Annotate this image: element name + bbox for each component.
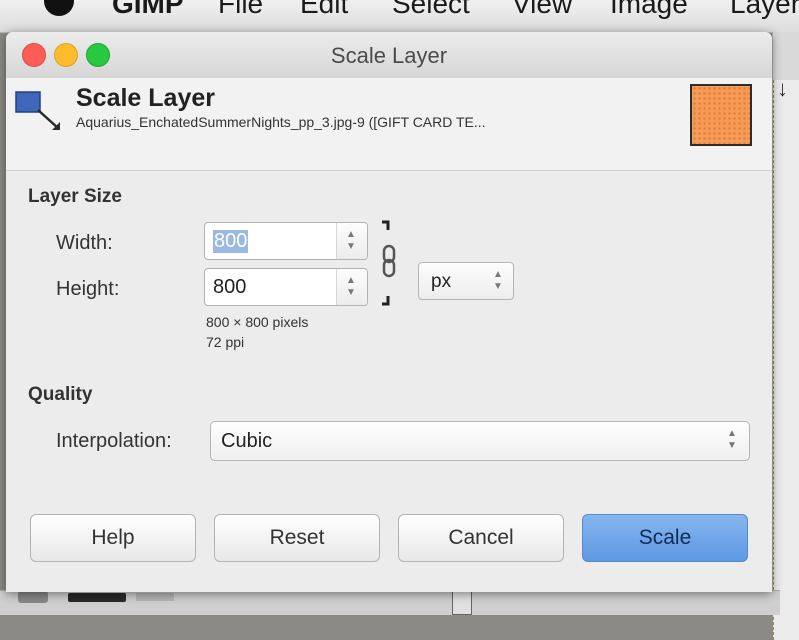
chain-link-icon[interactable] [378,220,404,308]
stepper-arrows-icon: ▲ [493,269,503,280]
window-title: Scale Layer [330,43,448,68]
tool-icon[interactable] [18,591,48,603]
menu-bar: GIMP File Edit Select View Image Layer [0,0,799,33]
height-stepper[interactable]: ▲ ▼ [336,269,367,305]
interpolation-value: Cubic [221,430,273,452]
title-bar: Scale Layer [6,32,772,79]
width-value[interactable]: 800 [213,230,249,253]
scale-layer-icon [15,91,60,130]
toolbox-strip [0,590,780,615]
reset-button[interactable]: Reset [214,514,380,562]
canvas-ruler [773,80,799,640]
menu-select[interactable]: Select [392,0,470,20]
height-input[interactable]: 800 ▲ ▼ [204,268,368,306]
width-label: Width: [56,232,113,254]
layer-thumbnail [690,84,752,146]
stepper-arrows-icon: ▲ [727,428,737,439]
ruler-marker-icon: ↓ [777,76,788,101]
menu-edit[interactable]: Edit [300,0,348,20]
tool-icon[interactable] [452,591,472,615]
height-value[interactable]: 800 [213,276,246,299]
interpolation-select[interactable]: Cubic ▲ ▼ [210,421,750,461]
menu-gimp[interactable]: GIMP [112,0,184,20]
unit-select[interactable]: px ▲ ▼ [418,262,514,300]
quality-section-label: Quality [28,384,93,405]
image-name: Aquarius_EnchatedSummerNights_pp_3.jpg-9… [76,114,486,130]
dialog-heading: Scale Layer [76,84,215,112]
cancel-button[interactable]: Cancel [398,514,564,562]
stepper-down-icon[interactable]: ▼ [346,288,356,298]
tool-icon[interactable] [136,593,174,601]
resolution-info: 72 ppi [206,334,245,350]
layer-size-section-label: Layer Size [28,186,122,207]
menu-file[interactable]: File [218,0,263,20]
width-stepper[interactable]: ▲ ▼ [336,223,367,259]
pixels-info: 800 × 800 pixels [206,314,309,330]
menu-view[interactable]: View [512,0,572,20]
tool-icon[interactable] [68,593,126,602]
apple-icon[interactable] [44,0,74,16]
stepper-up-icon[interactable]: ▲ [346,276,356,286]
menu-layer[interactable]: Layer [730,0,799,20]
stepper-down-icon[interactable]: ▼ [346,242,356,252]
scale-button[interactable]: Scale [582,514,748,562]
height-label: Height: [56,278,120,300]
scale-layer-dialog: Scale Layer Scale Layer Aquarius_Enchate… [6,32,772,592]
interpolation-label: Interpolation: [56,430,172,452]
stepper-up-icon[interactable]: ▲ [346,230,356,240]
dialog-header: Scale Layer Aquarius_EnchatedSummerNight… [6,78,772,171]
image-window-edge: ↓ [772,32,799,640]
unit-value: px [431,271,452,292]
stepper-arrows-icon: ▼ [493,281,503,292]
menu-image[interactable]: Image [610,0,688,20]
help-button[interactable]: Help [30,514,196,562]
width-input[interactable]: 800 ▲ ▼ [204,222,368,260]
stepper-arrows-icon: ▼ [727,440,737,451]
